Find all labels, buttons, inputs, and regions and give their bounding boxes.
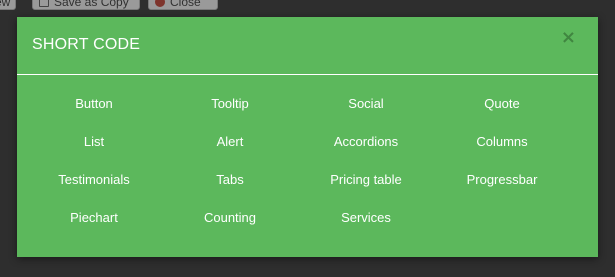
shortcode-item-alert[interactable]: Alert — [162, 131, 298, 153]
close-toolbar-button: Close — [148, 0, 218, 10]
view-button: ew — [0, 0, 16, 10]
modal-title: SHORT CODE — [32, 36, 141, 53]
save-as-copy-label: Save as Copy — [54, 0, 129, 9]
modal-header: SHORT CODE × — [17, 17, 598, 75]
copy-icon — [39, 0, 49, 7]
shortcode-item-quote[interactable]: Quote — [434, 93, 570, 115]
shortcode-item-list[interactable]: List — [26, 131, 162, 153]
shortcode-item-button[interactable]: Button — [26, 93, 162, 115]
shortcode-grid: Button Tooltip Social Quote List Alert A… — [26, 93, 570, 245]
shortcode-item-columns[interactable]: Columns — [434, 131, 570, 153]
shortcode-item-social[interactable]: Social — [298, 93, 434, 115]
shortcode-item-tooltip[interactable]: Tooltip — [162, 93, 298, 115]
shortcode-item-piechart[interactable]: Piechart — [26, 207, 162, 229]
close-icon[interactable]: × — [561, 29, 576, 47]
view-button-label: ew — [0, 0, 11, 9]
shortcode-item-tabs[interactable]: Tabs — [162, 169, 298, 191]
shortcode-item-services[interactable]: Services — [298, 207, 434, 229]
shortcode-item-testimonials[interactable]: Testimonials — [26, 169, 162, 191]
shortcode-modal: SHORT CODE × Button Tooltip Social Quote… — [17, 17, 598, 257]
shortcode-item-accordions[interactable]: Accordions — [298, 131, 434, 153]
close-toolbar-label: Close — [170, 0, 201, 9]
shortcode-item-progressbar[interactable]: Progressbar — [434, 169, 570, 191]
save-as-copy-button: Save as Copy — [32, 0, 140, 10]
shortcode-item-pricing-table[interactable]: Pricing table — [298, 169, 434, 191]
background-toolbar: ew Save as Copy Close — [0, 0, 615, 12]
shortcode-item-counting[interactable]: Counting — [162, 207, 298, 229]
close-circle-icon — [155, 0, 165, 7]
